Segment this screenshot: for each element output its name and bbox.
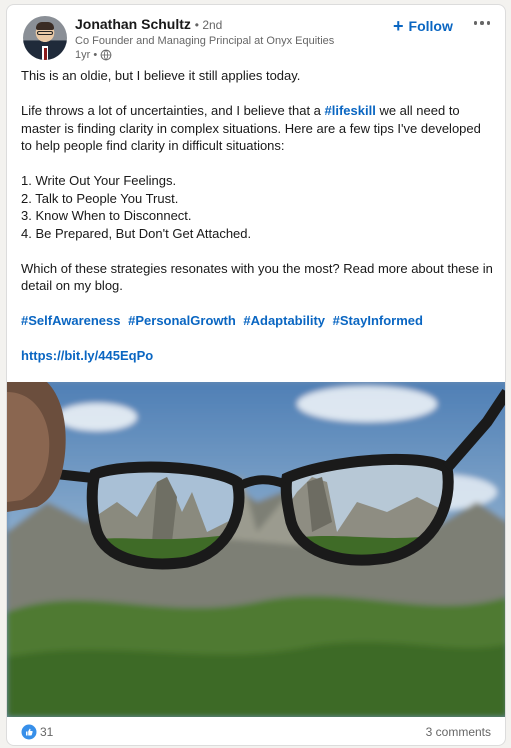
intro-text: This is an oldie, but I believe it still… xyxy=(21,68,301,83)
glasses-landscape-illustration xyxy=(7,382,505,717)
follow-label: Follow xyxy=(408,18,453,34)
hashtag-selfawareness[interactable]: #SelfAwareness xyxy=(21,313,121,328)
avatar-glasses xyxy=(37,31,53,35)
author-headline: Co Founder and Managing Principal at Ony… xyxy=(75,35,335,47)
hashtag-stayinformed[interactable]: #StayInformed xyxy=(333,313,423,328)
hashtag-list: #SelfAwareness #PersonalGrowth #Adaptabi… xyxy=(21,312,495,330)
author-name-line: Jonathan Schultz • 2nd xyxy=(75,16,222,32)
avatar-hair xyxy=(36,22,54,30)
hashtag-adaptability[interactable]: #Adaptability xyxy=(243,313,325,328)
connection-degree: • 2nd xyxy=(194,18,223,32)
post-time: 1yr • xyxy=(75,49,98,61)
post-stats: 31 3 comments xyxy=(7,717,505,745)
paragraph-start: Life throws a lot of uncertainties, and … xyxy=(21,103,325,118)
question-text: Which of these strategies resonates with… xyxy=(21,260,493,294)
plus-icon: + xyxy=(393,16,404,36)
post-header: Jonathan Schultz • 2nd Co Founder and Ma… xyxy=(7,5,505,67)
tip-item: 4. Be Prepared, But Don't Get Attached. xyxy=(21,225,252,241)
reactions-summary[interactable]: 31 xyxy=(21,724,53,740)
blog-link[interactable]: https://bit.ly/445EqPo xyxy=(21,348,153,363)
reaction-count: 31 xyxy=(40,725,54,739)
author-name[interactable]: Jonathan Schultz xyxy=(75,16,191,32)
author-avatar[interactable] xyxy=(23,16,67,60)
main-paragraph: Life throws a lot of uncertainties, and … xyxy=(21,102,495,155)
post-image[interactable] xyxy=(7,382,505,717)
follow-button[interactable]: + Follow xyxy=(393,15,453,37)
hashtag-personalgrowth[interactable]: #PersonalGrowth xyxy=(128,313,236,328)
globe-icon xyxy=(100,49,112,61)
comments-count[interactable]: 3 comments xyxy=(426,725,491,739)
ellipsis-icon[interactable] xyxy=(471,13,493,33)
tip-item: 1. Write Out Your Feelings. xyxy=(21,173,177,188)
avatar-tie xyxy=(43,48,47,60)
feed-post-card: Jonathan Schultz • 2nd Co Founder and Ma… xyxy=(6,4,506,746)
post-meta: 1yr • xyxy=(75,49,112,61)
tip-item: 2. Talk to People You Trust. xyxy=(21,190,179,206)
tip-item: 3. Know When to Disconnect. xyxy=(21,208,192,223)
post-body: This is an oldie, but I believe it still… xyxy=(21,67,495,365)
like-icon xyxy=(21,724,37,740)
hashtag-lifeskill[interactable]: #lifeskill xyxy=(325,103,376,118)
